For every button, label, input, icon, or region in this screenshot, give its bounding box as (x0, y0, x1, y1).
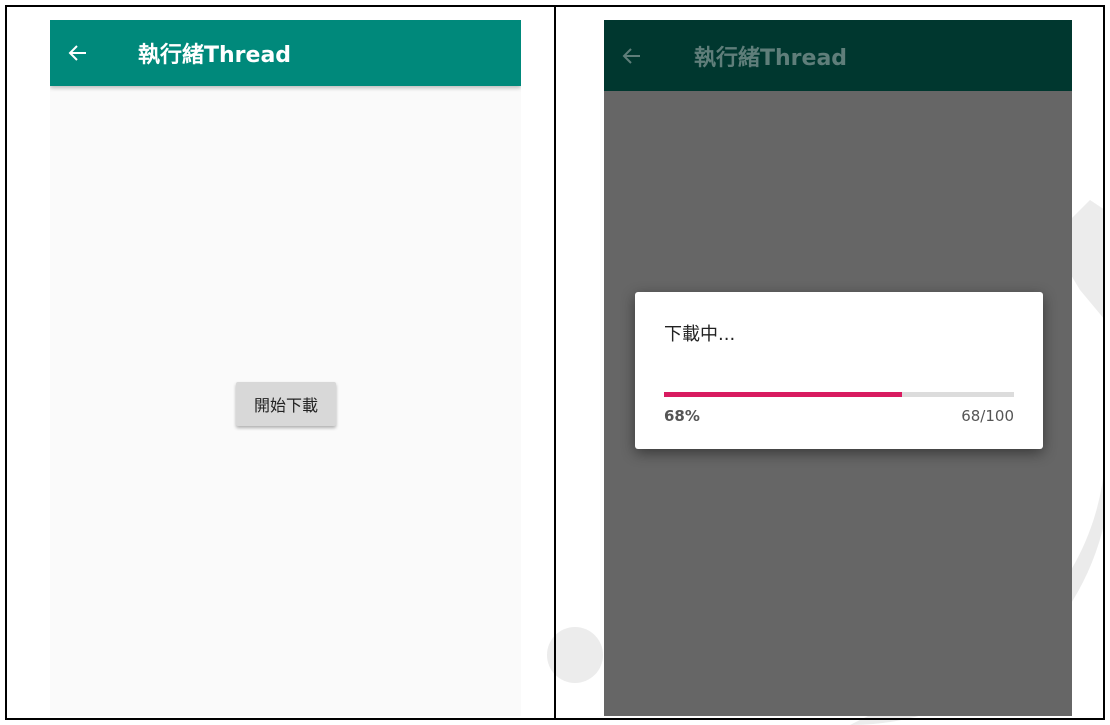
table-column-divider (554, 5, 556, 720)
dialog-title: 下載中... (664, 324, 736, 345)
progress-bar (664, 392, 1014, 397)
arrow-left-icon[interactable] (50, 20, 106, 86)
progress-count: 68/100 (961, 407, 1014, 425)
arrow-left-icon (604, 20, 660, 91)
app-bar-dimmed: 執行緒Thread (604, 20, 1072, 91)
progress-bar-fill (664, 392, 902, 397)
screen-before-download: 執行緒Thread 開始下載 (50, 20, 521, 716)
progress-percent: 68% (664, 407, 700, 425)
app-bar: 執行緒Thread (50, 20, 521, 86)
start-download-button[interactable]: 開始下載 (236, 382, 336, 426)
progress-dialog: 下載中... 68% 68/100 (635, 292, 1043, 449)
screen-downloading: 執行緒Thread 下載中... 68% 68/100 (604, 20, 1072, 716)
page-title: 執行緒Thread (694, 45, 848, 71)
page-title: 執行緒Thread (138, 43, 292, 68)
